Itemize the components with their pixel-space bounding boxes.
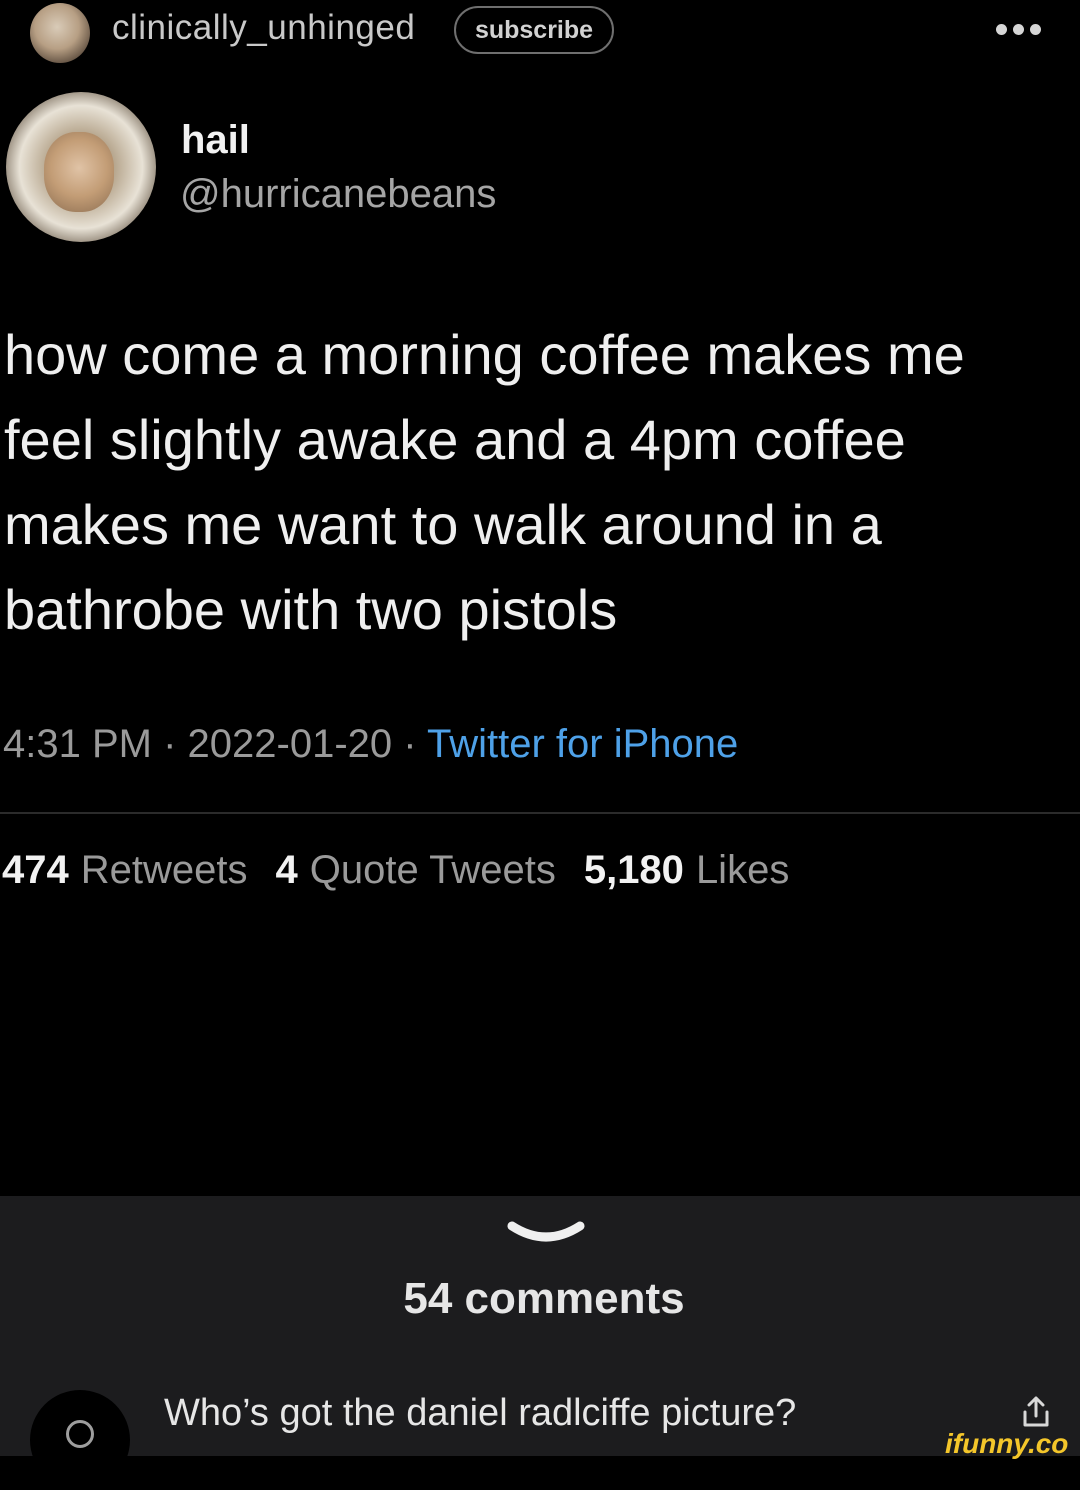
retweets-label: Retweets [80, 848, 248, 892]
tweet-time: 4:31 PM [3, 722, 152, 766]
poster-username[interactable]: clinically_unhinged [112, 8, 415, 48]
likes-count: 5,180 [583, 848, 684, 892]
ifunny-watermark: ifunny.co [945, 1428, 1069, 1459]
retweets-stat: 474 Retweets [2, 848, 248, 893]
quote-tweets-label: Quote Tweets [309, 848, 556, 892]
avatar-placeholder-icon [66, 1420, 94, 1448]
comment-text: Who’s got the daniel radlciffe picture? [164, 1392, 797, 1434]
tweet-stats: 474 Retweets 4 Quote Tweets 5,180 Likes [2, 848, 817, 893]
commenter-avatar[interactable] [30, 1390, 130, 1490]
likes-label: Likes [695, 848, 790, 892]
likes-stat: 5,180 Likes [584, 848, 790, 893]
tweet-display-name: hail [181, 118, 250, 162]
tweet-text: how come a morning coffee makes me feel … [4, 323, 965, 641]
divider [0, 812, 1080, 814]
dot [996, 23, 1007, 35]
share-icon[interactable] [1018, 1394, 1054, 1430]
tweet-author-avatar [6, 92, 156, 242]
poster-avatar[interactable] [30, 3, 90, 63]
subscribe-button[interactable]: subscribe [454, 6, 614, 54]
tweet-handle: @hurricanebeans [180, 172, 497, 216]
tweet-meta: 4:31 PM · 2022-01-20 · Twitter for iPhon… [3, 722, 738, 767]
dot [1030, 23, 1041, 35]
chevron-down-icon[interactable] [504, 1218, 588, 1252]
quote-tweets-stat: 4 Quote Tweets [276, 848, 556, 893]
dot [1013, 23, 1024, 35]
tweet-date: 2022-01-20 [187, 722, 393, 766]
avatar-photo [44, 132, 114, 212]
comments-count[interactable]: 54 comments [0, 1274, 1080, 1324]
separator: · [163, 722, 177, 766]
separator: · [403, 722, 417, 766]
quote-tweets-count: 4 [275, 848, 298, 892]
retweets-count: 474 [2, 848, 69, 892]
tweet-source: Twitter for iPhone [427, 722, 739, 766]
more-options-icon[interactable] [996, 14, 1046, 44]
